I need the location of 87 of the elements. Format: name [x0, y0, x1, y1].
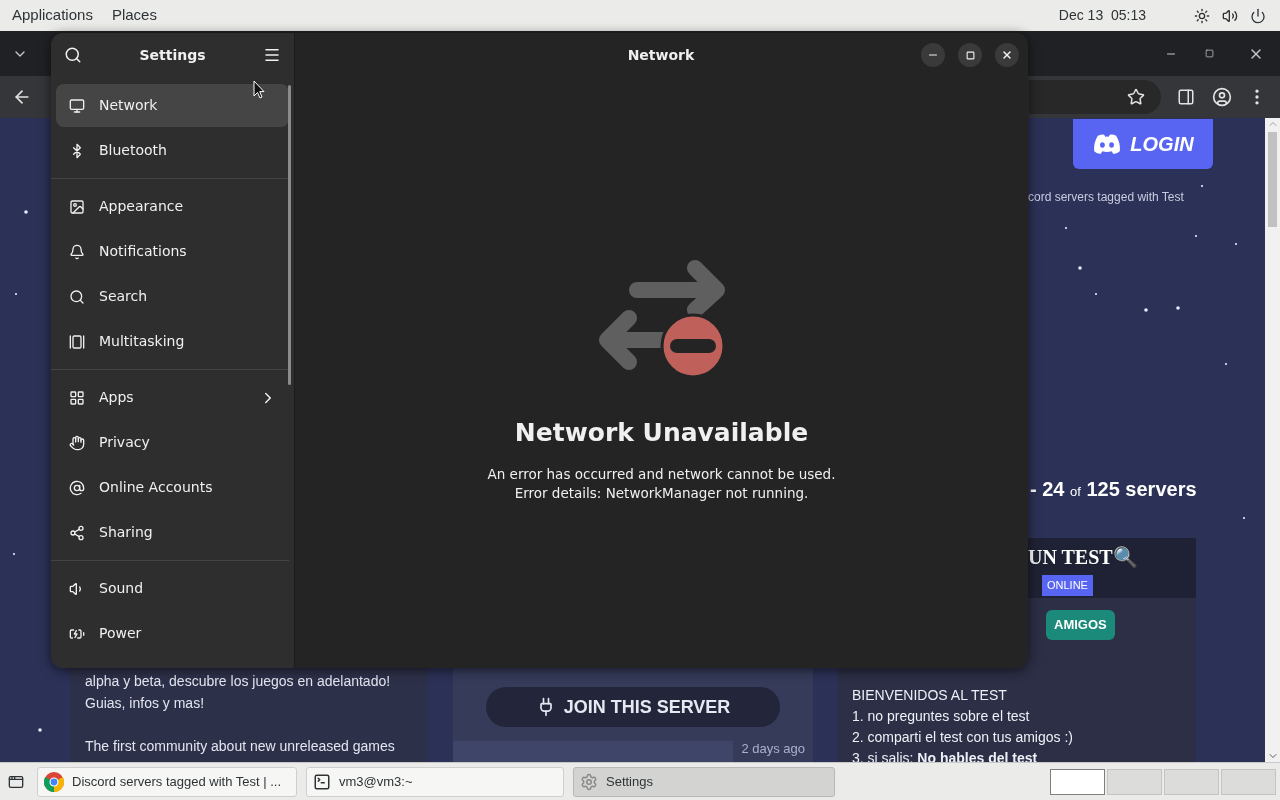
panels-icon — [69, 333, 85, 350]
bookmark-star-icon[interactable] — [1127, 88, 1145, 106]
sidebar-item[interactable]: Bluetooth — [56, 129, 289, 172]
page-title: Network — [626, 45, 696, 65]
monitor-icon — [69, 97, 85, 114]
terminal-icon — [313, 772, 331, 791]
card-text-line: BIENVENIDOS AL TEST — [852, 685, 1008, 705]
sidebar-item[interactable]: Privacy — [56, 421, 289, 464]
login-button[interactable]: LOGIN — [1073, 119, 1213, 169]
mouse-pointer-icon — [253, 80, 265, 99]
grid-icon — [69, 389, 85, 406]
workspace-switcher[interactable] — [1107, 768, 1162, 795]
star-dot — [14, 292, 18, 296]
card-text-line: 1. no preguntes sobre el test — [852, 706, 1031, 726]
minimize-button[interactable] — [921, 43, 945, 67]
sidebar-item[interactable]: Sound — [56, 567, 289, 610]
sidebar-item[interactable]: Appearance — [56, 185, 289, 228]
show-desktop-icon[interactable] — [8, 773, 24, 790]
menu-icon[interactable] — [263, 46, 281, 64]
taskbar-button[interactable]: vm3@vm3:~ — [306, 766, 564, 797]
sidebar-item[interactable]: Multitasking — [56, 320, 289, 363]
posted-time: 2 days ago — [741, 741, 805, 756]
star-dot — [1194, 234, 1198, 238]
sidebar-scrollbar[interactable] — [288, 85, 291, 385]
star-dot — [1078, 266, 1082, 270]
status-title: Network Unavailable — [514, 417, 809, 449]
star-dot — [38, 728, 42, 732]
star-dot — [1234, 242, 1238, 246]
maximize-button[interactable] — [958, 43, 982, 67]
star-dot — [24, 210, 28, 214]
maximize-icon — [965, 50, 975, 60]
sidebar-item[interactable]: Sharing — [56, 511, 289, 554]
sidebar-item[interactable]: Notifications — [56, 230, 289, 273]
workspace-switcher[interactable] — [1050, 768, 1105, 795]
at-sign-icon — [69, 479, 85, 496]
logo-icon — [1092, 133, 1123, 155]
star-dot — [1094, 292, 1098, 296]
sidebar-item[interactable]: Online Accounts — [56, 466, 289, 509]
bell-icon — [69, 243, 85, 260]
top-menu[interactable]: Places — [111, 4, 157, 27]
search-icon — [69, 288, 85, 305]
star-dot — [1144, 308, 1148, 312]
close-icon — [1001, 49, 1013, 61]
server-count: - 24 of 125 servers — [1030, 477, 1198, 502]
status-description: An error has occurred and network cannot be used. Error details: NetworkManager not running. — [487, 464, 836, 503]
taskbar-button[interactable]: Settings — [573, 766, 835, 797]
side-panel-icon[interactable] — [1177, 88, 1195, 106]
taskbar-button[interactable]: Discord servers tagged with Test | ... — [37, 766, 297, 797]
card-description: The first community about new unreleased games — [85, 737, 396, 756]
card-text-line: 3. si salis: No hables del test — [852, 748, 1039, 762]
card-text-line: 2. comparti el test con tus amigos :) — [852, 727, 1074, 747]
sidebar-item[interactable]: Apps — [56, 376, 289, 419]
close-button[interactable] — [995, 43, 1019, 67]
card-description: alpha y beta, descubre los juegos en adelantado! Guias, infos y mas! — [85, 672, 392, 713]
power-icon[interactable] — [1250, 7, 1266, 24]
share-icon — [69, 524, 85, 541]
top-menu[interactable]: Applications — [12, 4, 93, 27]
star-dot — [1176, 306, 1180, 310]
maximize-icon[interactable] — [1205, 49, 1214, 58]
workspace-switcher[interactable] — [1164, 768, 1219, 795]
page-tagline: cord servers tagged with Test — [1028, 189, 1185, 206]
volume-icon[interactable] — [1222, 7, 1238, 24]
sidebar-title: Settings — [138, 45, 207, 65]
browser-logo-icon — [44, 771, 64, 792]
network-error-icon — [596, 258, 727, 378]
scrollbar[interactable] — [1265, 118, 1280, 762]
sidebar-item[interactable]: Search — [56, 275, 289, 318]
hand-icon — [69, 434, 85, 451]
join-server-button[interactable]: JOIN THIS SERVER — [486, 687, 780, 727]
star-dot — [1242, 516, 1246, 520]
brightness-icon[interactable] — [1194, 7, 1210, 24]
online-badge: ONLINE — [1042, 575, 1093, 596]
star-dot — [12, 552, 16, 556]
clock[interactable]: Dec 13 05:13 — [1058, 5, 1146, 26]
sidebar-item[interactable]: Power — [56, 612, 289, 655]
sidebar-item[interactable]: Network — [56, 84, 289, 127]
search-icon[interactable] — [64, 46, 82, 64]
image-icon — [69, 198, 85, 215]
tag[interactable]: AMIGOS — [1046, 610, 1115, 640]
scrollbar-thumb[interactable] — [1268, 132, 1277, 227]
gear-icon — [580, 772, 598, 791]
star-dot — [1200, 184, 1204, 188]
star-dot — [1064, 226, 1068, 230]
server-title: UN TEST🔍 — [1028, 545, 1139, 570]
star-dot — [1224, 362, 1228, 366]
workspace-switcher[interactable] — [1221, 768, 1276, 795]
profile-icon[interactable] — [1212, 87, 1232, 107]
